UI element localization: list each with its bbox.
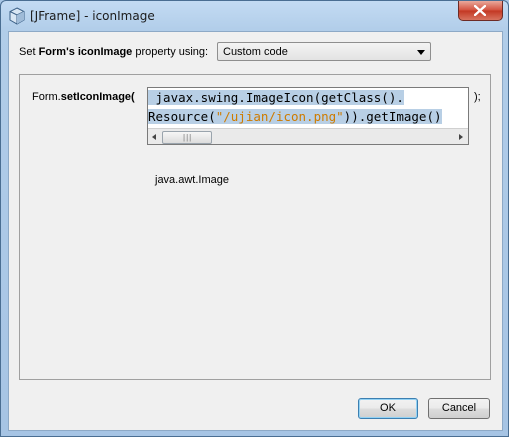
method-call-label: Form.setIconImage( [32, 91, 135, 103]
property-mode-label: Set Form's iconImage property using: [19, 46, 208, 58]
open-paren: ( [131, 91, 135, 103]
object-name: Form. [32, 91, 61, 103]
code-line-2-pre: Resource( [148, 109, 216, 124]
scrollbar-thumb[interactable]: ||| [162, 131, 212, 144]
close-paren: ); [474, 91, 481, 103]
label-suffix: property using: [132, 46, 209, 58]
return-type-label: java.awt.Image [155, 174, 229, 186]
horizontal-scrollbar[interactable]: ||| [148, 128, 468, 144]
window-title: [JFrame] - iconImage [30, 9, 155, 23]
scroll-right-icon[interactable] [459, 134, 463, 140]
dialog-content: Set Form's iconImage property using: Cus… [8, 31, 503, 431]
label-prefix: Set [19, 46, 39, 58]
form-name: Form's [38, 46, 75, 58]
custom-code-panel: Form.setIconImage( javax.swing.ImageIcon… [19, 74, 491, 380]
mode-select-value: Custom code [223, 46, 288, 58]
cancel-button[interactable]: Cancel [428, 398, 490, 419]
close-icon [474, 5, 486, 16]
code-text[interactable]: javax.swing.ImageIcon(getClass(). Resour… [148, 88, 468, 127]
title-bar[interactable]: [JFrame] - iconImage [1, 1, 508, 31]
ok-button[interactable]: OK [358, 398, 418, 419]
property-name: iconImage [77, 46, 133, 58]
method-name: setIconImage [60, 91, 132, 103]
close-button[interactable] [458, 1, 503, 21]
mode-select[interactable]: Custom code [217, 42, 431, 61]
thumb-grip: ||| [183, 133, 193, 142]
dialog-window: [JFrame] - iconImage Set Form's iconImag… [0, 0, 509, 437]
code-line-2-post: )).getImage() [343, 109, 442, 124]
string-literal: "/ujian/icon.png" [215, 109, 344, 124]
code-editor[interactable]: javax.swing.ImageIcon(getClass(). Resour… [147, 87, 469, 145]
scroll-left-icon[interactable] [152, 134, 156, 140]
app-cube-icon [9, 7, 25, 25]
chevron-down-icon [417, 50, 425, 55]
code-line-1: javax.swing.ImageIcon(getClass(). [148, 90, 404, 105]
